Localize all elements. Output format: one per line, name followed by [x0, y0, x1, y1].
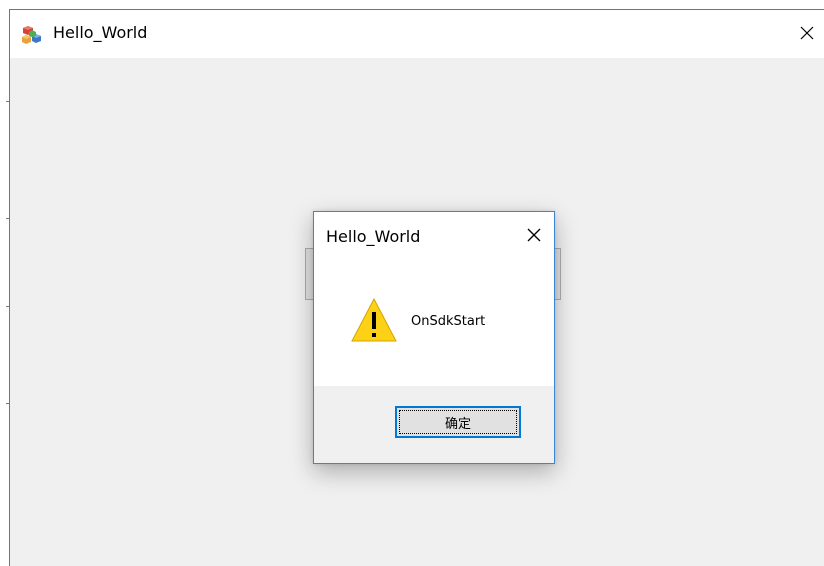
dialog-message: OnSdkStart [411, 314, 486, 329]
close-icon[interactable] [524, 225, 544, 245]
close-icon[interactable] [794, 20, 820, 46]
message-dialog: Hello_World OnSdkStart 确定 [313, 211, 555, 464]
ok-button[interactable]: 确定 [395, 406, 521, 438]
window-title: Hello_World [53, 23, 148, 42]
main-titlebar[interactable]: Hello_World [10, 10, 824, 58]
warning-icon [350, 297, 398, 343]
dialog-footer: 确定 [314, 386, 554, 463]
dialog-title: Hello_World [326, 227, 421, 246]
desktop: Hello_World Hello_World OnSdkStart 确定 [0, 0, 824, 566]
ok-button-label: 确定 [444, 416, 471, 432]
app-cubes-icon [22, 25, 42, 45]
